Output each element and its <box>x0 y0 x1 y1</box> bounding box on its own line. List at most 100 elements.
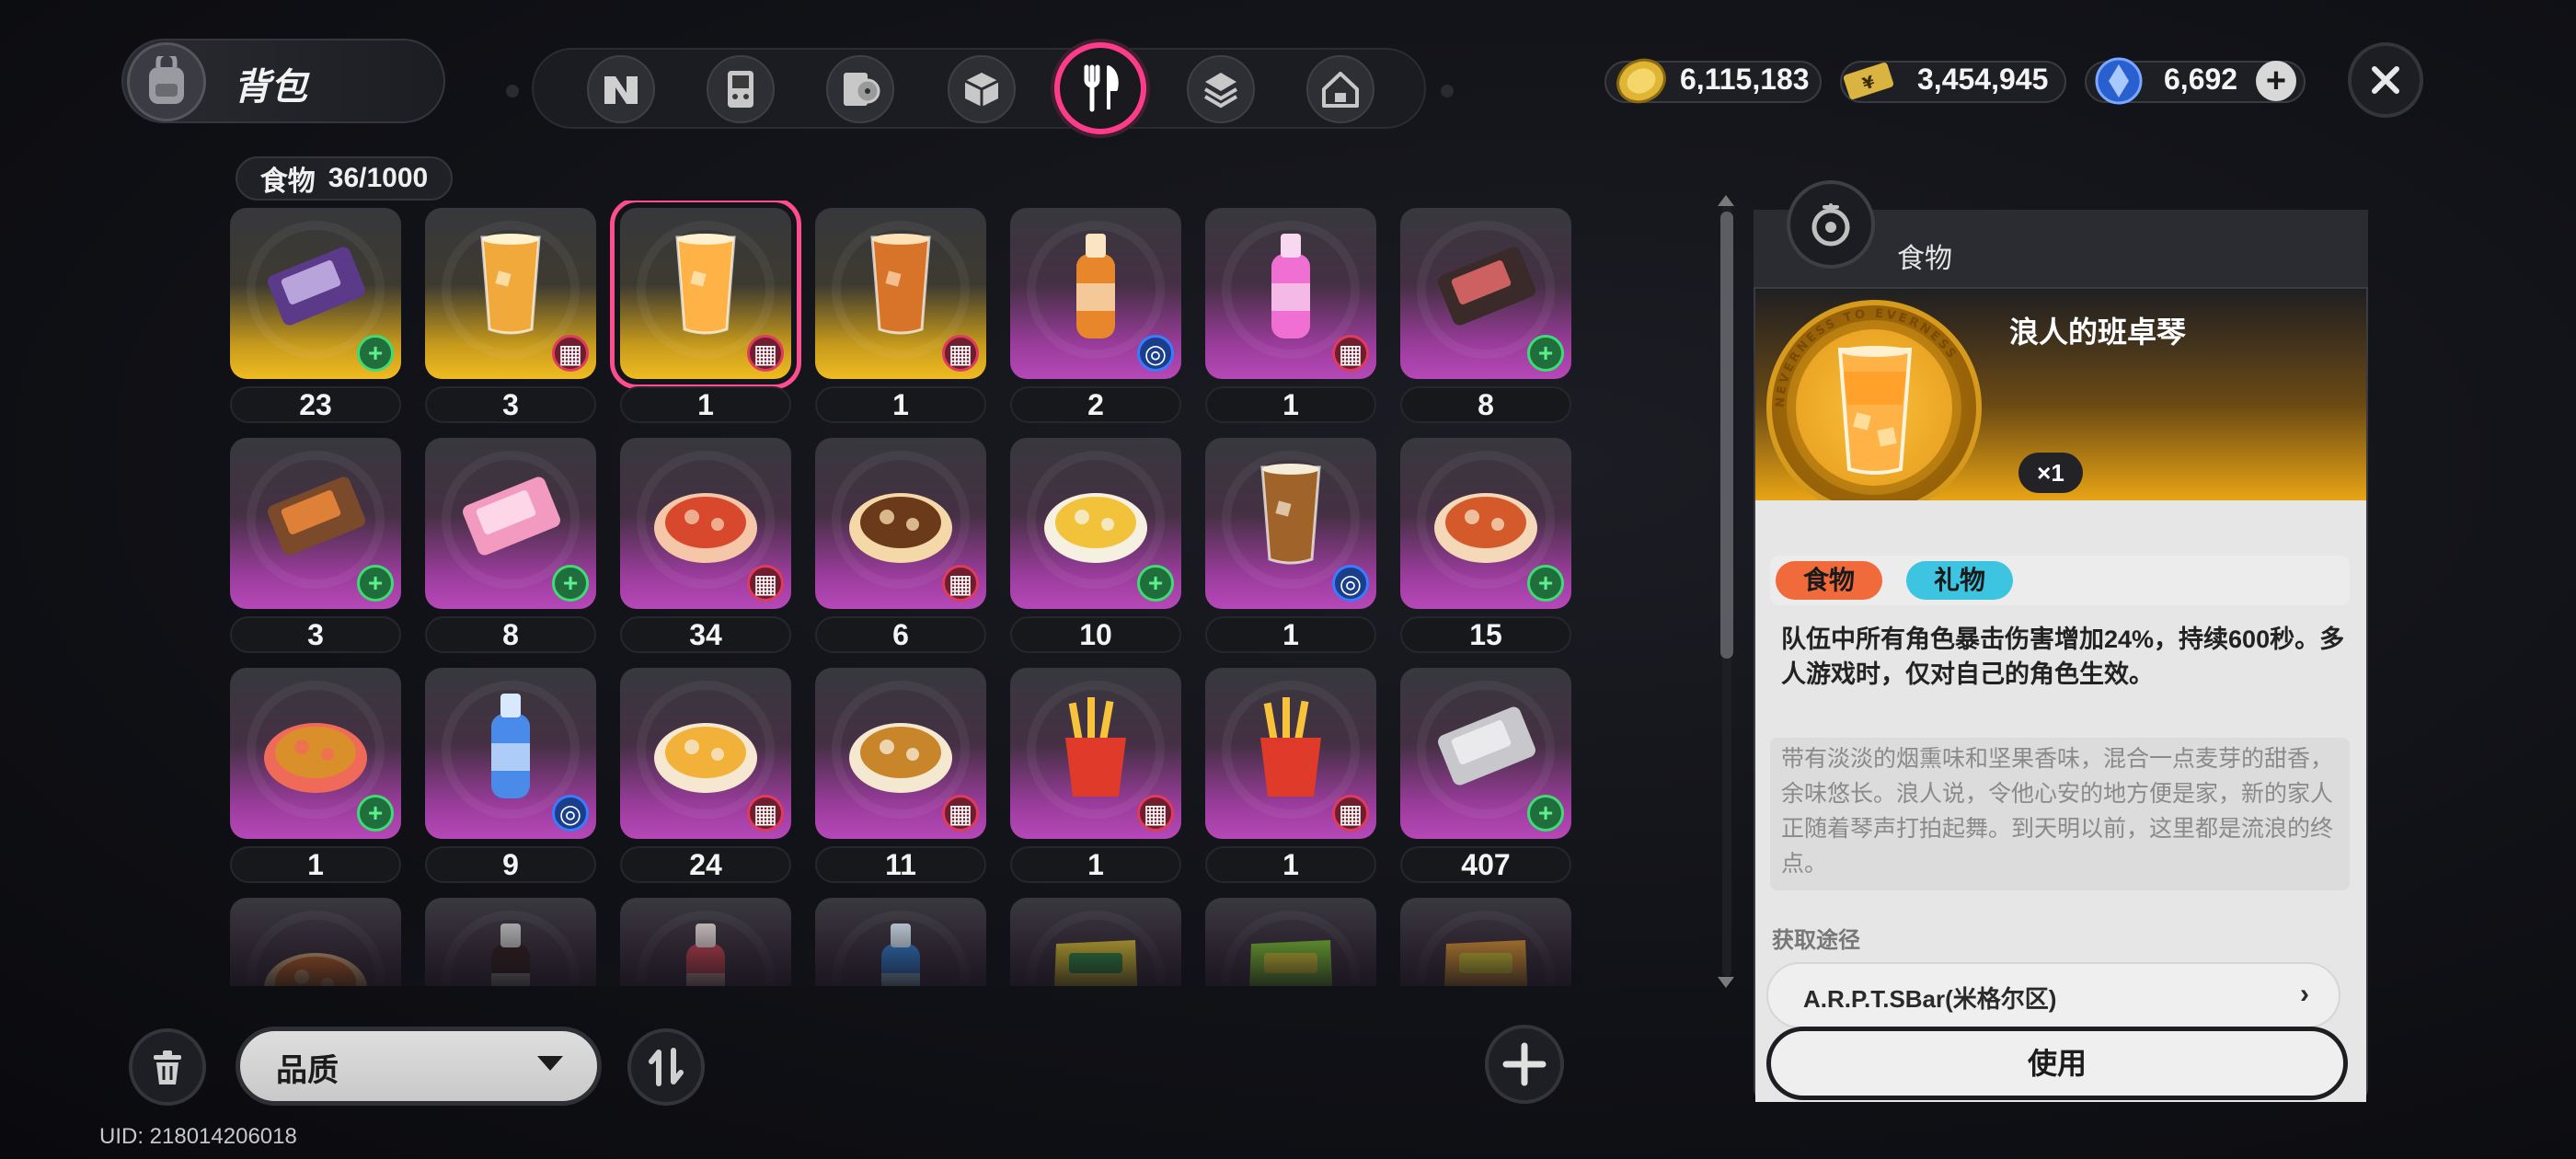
home-icon <box>1322 72 1359 108</box>
chips-orange-image <box>1444 940 1528 986</box>
item-image-orange-drink <box>1837 346 1913 475</box>
inventory-item[interactable]: ▦ <box>815 438 986 609</box>
inventory-item[interactable] <box>230 898 401 986</box>
inventory-item[interactable]: + <box>1400 438 1571 609</box>
item-name: 浪人的班卓琴 <box>2009 316 2187 349</box>
red-type-badge-icon: ▦ <box>552 335 589 372</box>
tab-disc[interactable] <box>826 55 894 123</box>
sort-order-button[interactable] <box>627 1028 705 1106</box>
blue-bottle-2-image <box>881 924 920 986</box>
inventory-item[interactable]: + <box>1400 668 1571 839</box>
inventory-item[interactable]: + <box>1010 438 1181 609</box>
food-category-icon <box>1811 203 1850 247</box>
blue-bottle-image <box>491 694 530 798</box>
item-effect: 队伍中所有角色暴击伤害增加24%，持续600秒。多人游戏时，仅对自己的角色生效。 <box>1781 625 2345 688</box>
inventory-item[interactable] <box>815 898 986 986</box>
inventory-item[interactable]: ▦ <box>815 208 986 379</box>
inventory-item[interactable]: + <box>1400 208 1571 379</box>
backpack-icon <box>127 42 206 121</box>
iced-coffee-image <box>1260 464 1321 565</box>
inventory-item[interactable]: ◎ <box>1205 438 1376 609</box>
green-type-badge-icon: + <box>1527 795 1564 832</box>
item-grid: +23 ▦ 3 ▦ 1 ▦ 1 ◎ 2 ▦ 1 +8 +3 +8 ▦ 34 ▦ 6 +10 ◎ 1 +15 +1 ◎ 9 ▦ 24 ▦… <box>230 201 1582 986</box>
plus-icon <box>1502 1042 1547 1086</box>
blue-type-badge-icon: ◎ <box>552 795 589 832</box>
scrollbar-thumb[interactable] <box>1720 212 1733 659</box>
orange-drink-image <box>675 234 736 335</box>
blue-type-badge-icon: ◎ <box>1332 565 1369 602</box>
tab-box[interactable] <box>948 55 1016 123</box>
discard-button[interactable] <box>129 1028 206 1106</box>
inventory-item[interactable]: ◎ <box>425 668 596 839</box>
orange-bottle-image <box>1076 234 1115 339</box>
close-button[interactable] <box>2348 42 2423 118</box>
red-type-badge-icon: ▦ <box>1332 335 1369 372</box>
inventory-item[interactable]: ▦ <box>815 668 986 839</box>
iced-tea-image <box>870 234 931 335</box>
chocolate-bar-image <box>268 247 365 326</box>
scroll-down-icon[interactable] <box>1718 977 1734 988</box>
dark-chocolate-image <box>1438 247 1535 326</box>
inventory-item[interactable]: ▦ <box>1010 668 1181 839</box>
tab-device[interactable] <box>707 55 775 123</box>
add-crystal-button[interactable]: + <box>2256 61 2296 101</box>
tab-crystal[interactable] <box>1187 55 1255 123</box>
item-quantity: 1 <box>815 386 986 423</box>
green-type-badge-icon: + <box>1527 565 1564 602</box>
red-type-badge-icon: ▦ <box>942 795 979 832</box>
cocktail-image <box>480 234 541 335</box>
inventory-item[interactable]: + <box>230 438 401 609</box>
ramen-image <box>654 493 757 563</box>
item-quantity: 24 <box>620 846 791 883</box>
scroll-up-icon[interactable] <box>1718 195 1734 206</box>
item-quantity: 1 <box>1205 616 1376 653</box>
green-type-badge-icon: + <box>357 795 394 832</box>
cupcakes-image <box>654 723 757 793</box>
inventory-item[interactable] <box>1205 898 1376 986</box>
inventory-item[interactable]: + <box>230 668 401 839</box>
use-button[interactable]: 使用 <box>1766 1027 2348 1100</box>
item-quantity: 1 <box>1205 846 1376 883</box>
inventory-item[interactable] <box>1400 898 1571 986</box>
tab-n-logo[interactable] <box>587 55 655 123</box>
item-quantity: 2 <box>1010 386 1181 423</box>
inventory-count-value: 36/1000 <box>328 163 429 193</box>
chips-yellow-image <box>1054 940 1138 986</box>
red-type-badge-icon: ▦ <box>1332 795 1369 832</box>
inventory-item[interactable]: + <box>425 438 596 609</box>
chips-green-image <box>1249 940 1333 986</box>
item-owned-count: ×1 <box>2018 453 2083 493</box>
fries-image <box>1065 697 1126 797</box>
inventory-item[interactable]: ◎ <box>1010 208 1181 379</box>
caret-down-icon <box>537 1056 563 1071</box>
ticket-amount: 3,454,945 <box>1917 63 2049 96</box>
sort-arrows-icon <box>649 1048 684 1086</box>
tag-gift: 礼物 <box>1906 561 2013 600</box>
handheld-device-icon <box>728 71 753 108</box>
coin-amount: 6,115,183 <box>1680 63 1810 96</box>
inventory-item[interactable]: ▦ <box>425 208 596 379</box>
inventory-item[interactable]: ▦ <box>610 201 801 389</box>
green-type-badge-icon: + <box>1137 565 1174 602</box>
inventory-item[interactable] <box>1010 898 1181 986</box>
tabbar-dot-left <box>506 85 519 98</box>
chocolate-orange-image <box>268 476 365 556</box>
inventory-item[interactable]: ▦ <box>1205 668 1376 839</box>
expand-button[interactable] <box>1485 1025 1564 1104</box>
inventory-item[interactable]: ▦ <box>620 438 791 609</box>
crystal-amount: 6,692 <box>2164 63 2238 96</box>
inventory-item[interactable] <box>620 898 791 986</box>
inventory-item[interactable]: + <box>230 208 401 379</box>
trash-icon <box>154 1050 181 1084</box>
source-heading: 获取途径 <box>1772 928 1860 953</box>
inventory-item[interactable] <box>425 898 596 986</box>
inventory-item[interactable]: ▦ <box>620 668 791 839</box>
pizza-image <box>264 723 367 793</box>
red-type-badge-icon: ▦ <box>747 795 784 832</box>
tab-food[interactable] <box>1054 42 1146 134</box>
tab-home[interactable] <box>1306 55 1374 123</box>
item-quantity: 1 <box>1205 386 1376 423</box>
inventory-category-label: 食物 <box>259 166 316 197</box>
sushi-boat-image <box>849 493 952 563</box>
inventory-item[interactable]: ▦ <box>1205 208 1376 379</box>
